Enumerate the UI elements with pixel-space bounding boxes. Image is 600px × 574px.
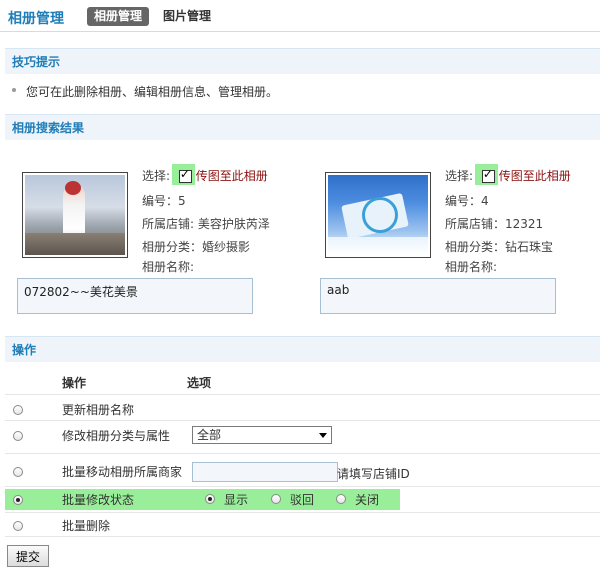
status-option-reject: 驳回 bbox=[290, 493, 315, 507]
radio-modify-category[interactable] bbox=[13, 431, 23, 441]
album-select-row: 选择: 传图至此相册 bbox=[142, 167, 268, 184]
album-category: 相册分类：婚纱摄影 bbox=[142, 240, 251, 254]
op-label-update-name: 更新相册名称 bbox=[62, 403, 135, 417]
select-label: 选择: bbox=[445, 169, 474, 183]
op-label-batch-status: 批量修改状态 bbox=[62, 493, 135, 507]
radio-batch-status[interactable] bbox=[13, 495, 23, 505]
shop-id-hint: 请填写店铺ID bbox=[337, 467, 410, 481]
chevron-down-icon bbox=[319, 433, 327, 438]
row-divider bbox=[5, 453, 600, 454]
album-select-checkbox[interactable] bbox=[481, 167, 495, 183]
operations-section-header: 操作 bbox=[5, 336, 600, 362]
header-divider bbox=[0, 31, 600, 32]
album-select-checkbox[interactable] bbox=[178, 167, 192, 183]
radio-status-show[interactable] bbox=[205, 494, 215, 504]
album-name-label: 相册名称: bbox=[142, 260, 195, 274]
album-number: 编号：5 bbox=[142, 194, 186, 208]
album-thumbnail[interactable] bbox=[325, 172, 431, 258]
results-section-header: 相册搜索结果 bbox=[5, 114, 600, 140]
category-select-value: 全部 bbox=[197, 428, 222, 442]
row-divider bbox=[5, 394, 600, 395]
radio-move-merchant[interactable] bbox=[13, 467, 23, 477]
album-thumbnail[interactable] bbox=[22, 172, 128, 258]
album-select-row: 选择: 传图至此相册 bbox=[445, 167, 571, 184]
op-label-modify-category: 修改相册分类与属性 bbox=[62, 429, 171, 443]
album-category: 相册分类：钻石珠宝 bbox=[445, 240, 554, 254]
row-divider bbox=[5, 420, 600, 421]
row-divider bbox=[5, 536, 600, 537]
radio-batch-delete[interactable] bbox=[13, 521, 23, 531]
tips-text: 您可在此删除相册、编辑相册信息、管理相册。 bbox=[26, 85, 279, 99]
radio-status-close[interactable] bbox=[336, 494, 346, 504]
status-option-close: 关闭 bbox=[355, 493, 380, 507]
upload-to-album-link[interactable]: 传图至此相册 bbox=[196, 169, 268, 183]
album-number: 编号：4 bbox=[445, 194, 489, 208]
album-shop: 所属店铺: 美容护肤芮泽 bbox=[142, 217, 270, 231]
tab-image-management[interactable]: 图片管理 bbox=[163, 7, 211, 26]
shop-id-input[interactable] bbox=[192, 462, 338, 482]
bullet-icon bbox=[12, 88, 16, 92]
status-option-show: 显示 bbox=[224, 493, 249, 507]
row-divider bbox=[5, 486, 600, 487]
album-name-input[interactable]: 072802~~美花美景 bbox=[17, 278, 253, 314]
op-label-batch-delete: 批量删除 bbox=[62, 519, 111, 533]
album-photo-image bbox=[25, 175, 125, 255]
select-label: 选择: bbox=[142, 169, 171, 183]
column-header-options: 选项 bbox=[187, 376, 212, 390]
album-shop: 所属店铺：12321 bbox=[445, 217, 544, 231]
upload-to-album-link[interactable]: 传图至此相册 bbox=[499, 169, 571, 183]
album-name-label: 相册名称: bbox=[445, 260, 498, 274]
radio-update-name[interactable] bbox=[13, 405, 23, 415]
row-divider bbox=[5, 512, 600, 513]
page-title: 相册管理 bbox=[8, 11, 64, 27]
radio-status-reject[interactable] bbox=[271, 494, 281, 504]
album-photo-image bbox=[328, 175, 428, 255]
op-label-move-merchant: 批量移动相册所属商家 bbox=[62, 465, 183, 479]
album-name-input[interactable]: aab bbox=[320, 278, 556, 314]
category-select[interactable]: 全部 bbox=[192, 426, 332, 444]
column-header-action: 操作 bbox=[62, 376, 87, 390]
submit-button[interactable]: 提交 bbox=[7, 545, 49, 567]
tab-album-management[interactable]: 相册管理 bbox=[87, 7, 150, 26]
tips-section-header: 技巧提示 bbox=[5, 48, 600, 74]
